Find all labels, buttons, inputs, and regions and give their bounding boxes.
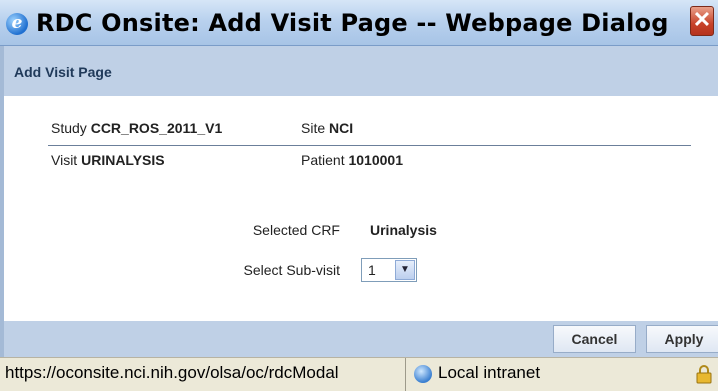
window-titlebar: e RDC Onsite: Add Visit Page -- Webpage … xyxy=(0,0,718,46)
visit-value: URINALYSIS xyxy=(81,152,165,168)
status-bar: https://oconsite.nci.nih.gov/olsa/oc/rdc… xyxy=(0,357,718,391)
site-info: Site NCI xyxy=(301,120,353,136)
study-info: Study CCR_ROS_2011_V1 xyxy=(51,120,222,136)
site-value: NCI xyxy=(329,120,354,136)
dialog-header-title: Add Visit Page xyxy=(14,64,112,80)
sub-visit-select[interactable]: 1 ▼ xyxy=(361,258,417,282)
sub-visit-value: 1 xyxy=(368,262,376,278)
patient-info: Patient 1010001 xyxy=(301,152,403,168)
patient-label: Patient xyxy=(301,152,345,168)
status-url: https://oconsite.nci.nih.gov/olsa/oc/rdc… xyxy=(2,358,406,391)
study-value: CCR_ROS_2011_V1 xyxy=(90,120,223,136)
study-label: Study xyxy=(51,120,87,136)
button-bar: Cancel Apply xyxy=(0,321,718,357)
dialog-content: Study CCR_ROS_2011_V1 Site NCI Visit URI… xyxy=(0,96,718,321)
sub-visit-label: Select Sub-visit xyxy=(243,262,340,278)
lock-icon[interactable] xyxy=(696,364,712,384)
close-button[interactable]: ✕ xyxy=(690,6,714,36)
apply-button[interactable]: Apply xyxy=(646,325,718,353)
globe-icon xyxy=(414,365,432,383)
ie-browser-icon: e xyxy=(6,13,28,35)
visit-label: Visit xyxy=(51,152,78,168)
cancel-button[interactable]: Cancel xyxy=(553,325,636,353)
dialog-header: Add Visit Page xyxy=(0,46,718,96)
patient-value: 1010001 xyxy=(348,152,403,168)
visit-info: Visit URINALYSIS xyxy=(51,152,165,168)
site-label: Site xyxy=(301,120,326,136)
selected-crf-label: Selected CRF xyxy=(252,222,340,238)
window-title: RDC Onsite: Add Visit Page -- Webpage Di… xyxy=(36,9,669,37)
info-separator xyxy=(48,145,691,146)
chevron-down-icon[interactable]: ▼ xyxy=(395,260,415,280)
selected-crf-value: Urinalysis xyxy=(370,222,437,238)
security-zone-label: Local intranet xyxy=(438,363,541,382)
